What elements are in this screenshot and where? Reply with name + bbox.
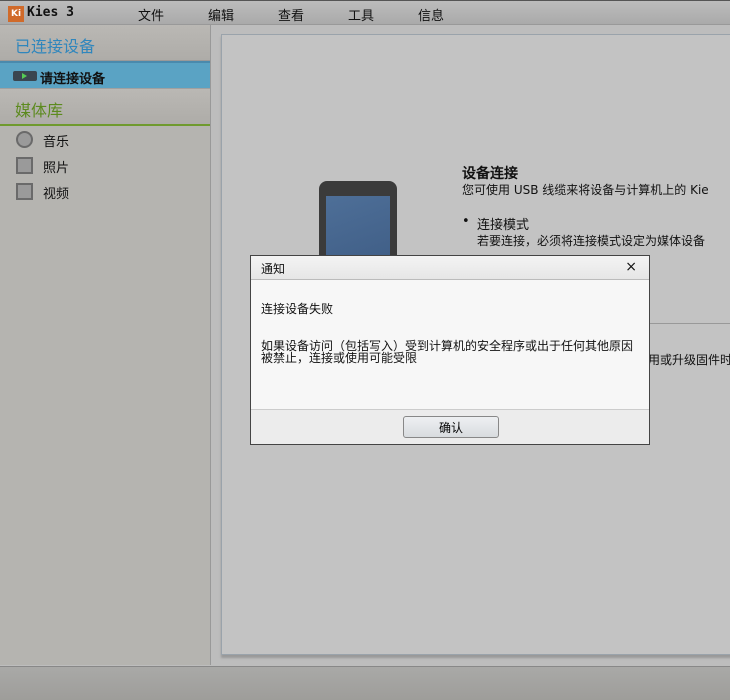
menu-edit[interactable]: 编辑 [208, 5, 234, 24]
menu-view[interactable]: 查看 [278, 5, 304, 24]
partial-text: 用或升级固件时 [648, 353, 730, 367]
menu-tools[interactable]: 工具 [348, 5, 374, 24]
photo-icon [16, 157, 33, 174]
device-connection-desc: 您可使用 USB 线缆来将设备与计算机上的 Kie [462, 183, 709, 197]
connected-devices-header: 已连接设备 [0, 25, 210, 61]
device-connection-title: 设备连接 [462, 166, 518, 182]
bullet-dot: • [462, 214, 470, 229]
status-bar [0, 666, 730, 700]
sidebar-item-label: 请连接设备 [40, 72, 106, 87]
menu-file[interactable]: 文件 [138, 5, 164, 24]
sidebar: 已连接设备 请连接设备 媒体库 音乐 照片 视频 [0, 25, 211, 665]
music-icon [16, 131, 33, 148]
confirm-button[interactable]: 确认 [403, 416, 499, 438]
connection-mode-title: 连接模式 [477, 218, 530, 233]
dialog-title: 通知 [261, 262, 286, 276]
sidebar-item-label: 照片 [43, 161, 70, 176]
connection-mode-desc: 若要连接，必须将连接模式设定为媒体设备 [477, 234, 706, 248]
sidebar-item-connect-device[interactable]: 请连接设备 [0, 61, 210, 89]
dialog-message: 连接设备失败 [261, 302, 334, 316]
app-title: Kies 3 [27, 5, 74, 20]
dialog-detail: 如果设备访问（包括写入）受到计算机的安全程序或出于任何其他原因被禁止，连接或使用… [261, 339, 634, 365]
kies-logo-icon: Ki [8, 6, 24, 22]
menu-info[interactable]: 信息 [418, 5, 444, 24]
sidebar-item-videos[interactable]: 视频 [0, 178, 210, 204]
close-icon[interactable]: × [625, 259, 637, 275]
sidebar-item-label: 视频 [43, 187, 70, 202]
dialog-footer: 确认 [251, 409, 649, 444]
usb-icon [13, 71, 37, 81]
divider [649, 323, 730, 324]
sidebar-item-photos[interactable]: 照片 [0, 152, 210, 178]
dialog-header: 通知 × [251, 256, 649, 280]
video-icon [16, 183, 33, 200]
sidebar-item-music[interactable]: 音乐 [0, 126, 210, 152]
sidebar-item-label: 音乐 [43, 135, 70, 150]
menu-bar: Ki Kies 3 文件 编辑 查看 工具 信息 [0, 0, 730, 25]
notification-dialog: 通知 × 连接设备失败 如果设备访问（包括写入）受到计算机的安全程序或出于任何其… [250, 255, 650, 445]
library-header: 媒体库 [0, 89, 210, 126]
